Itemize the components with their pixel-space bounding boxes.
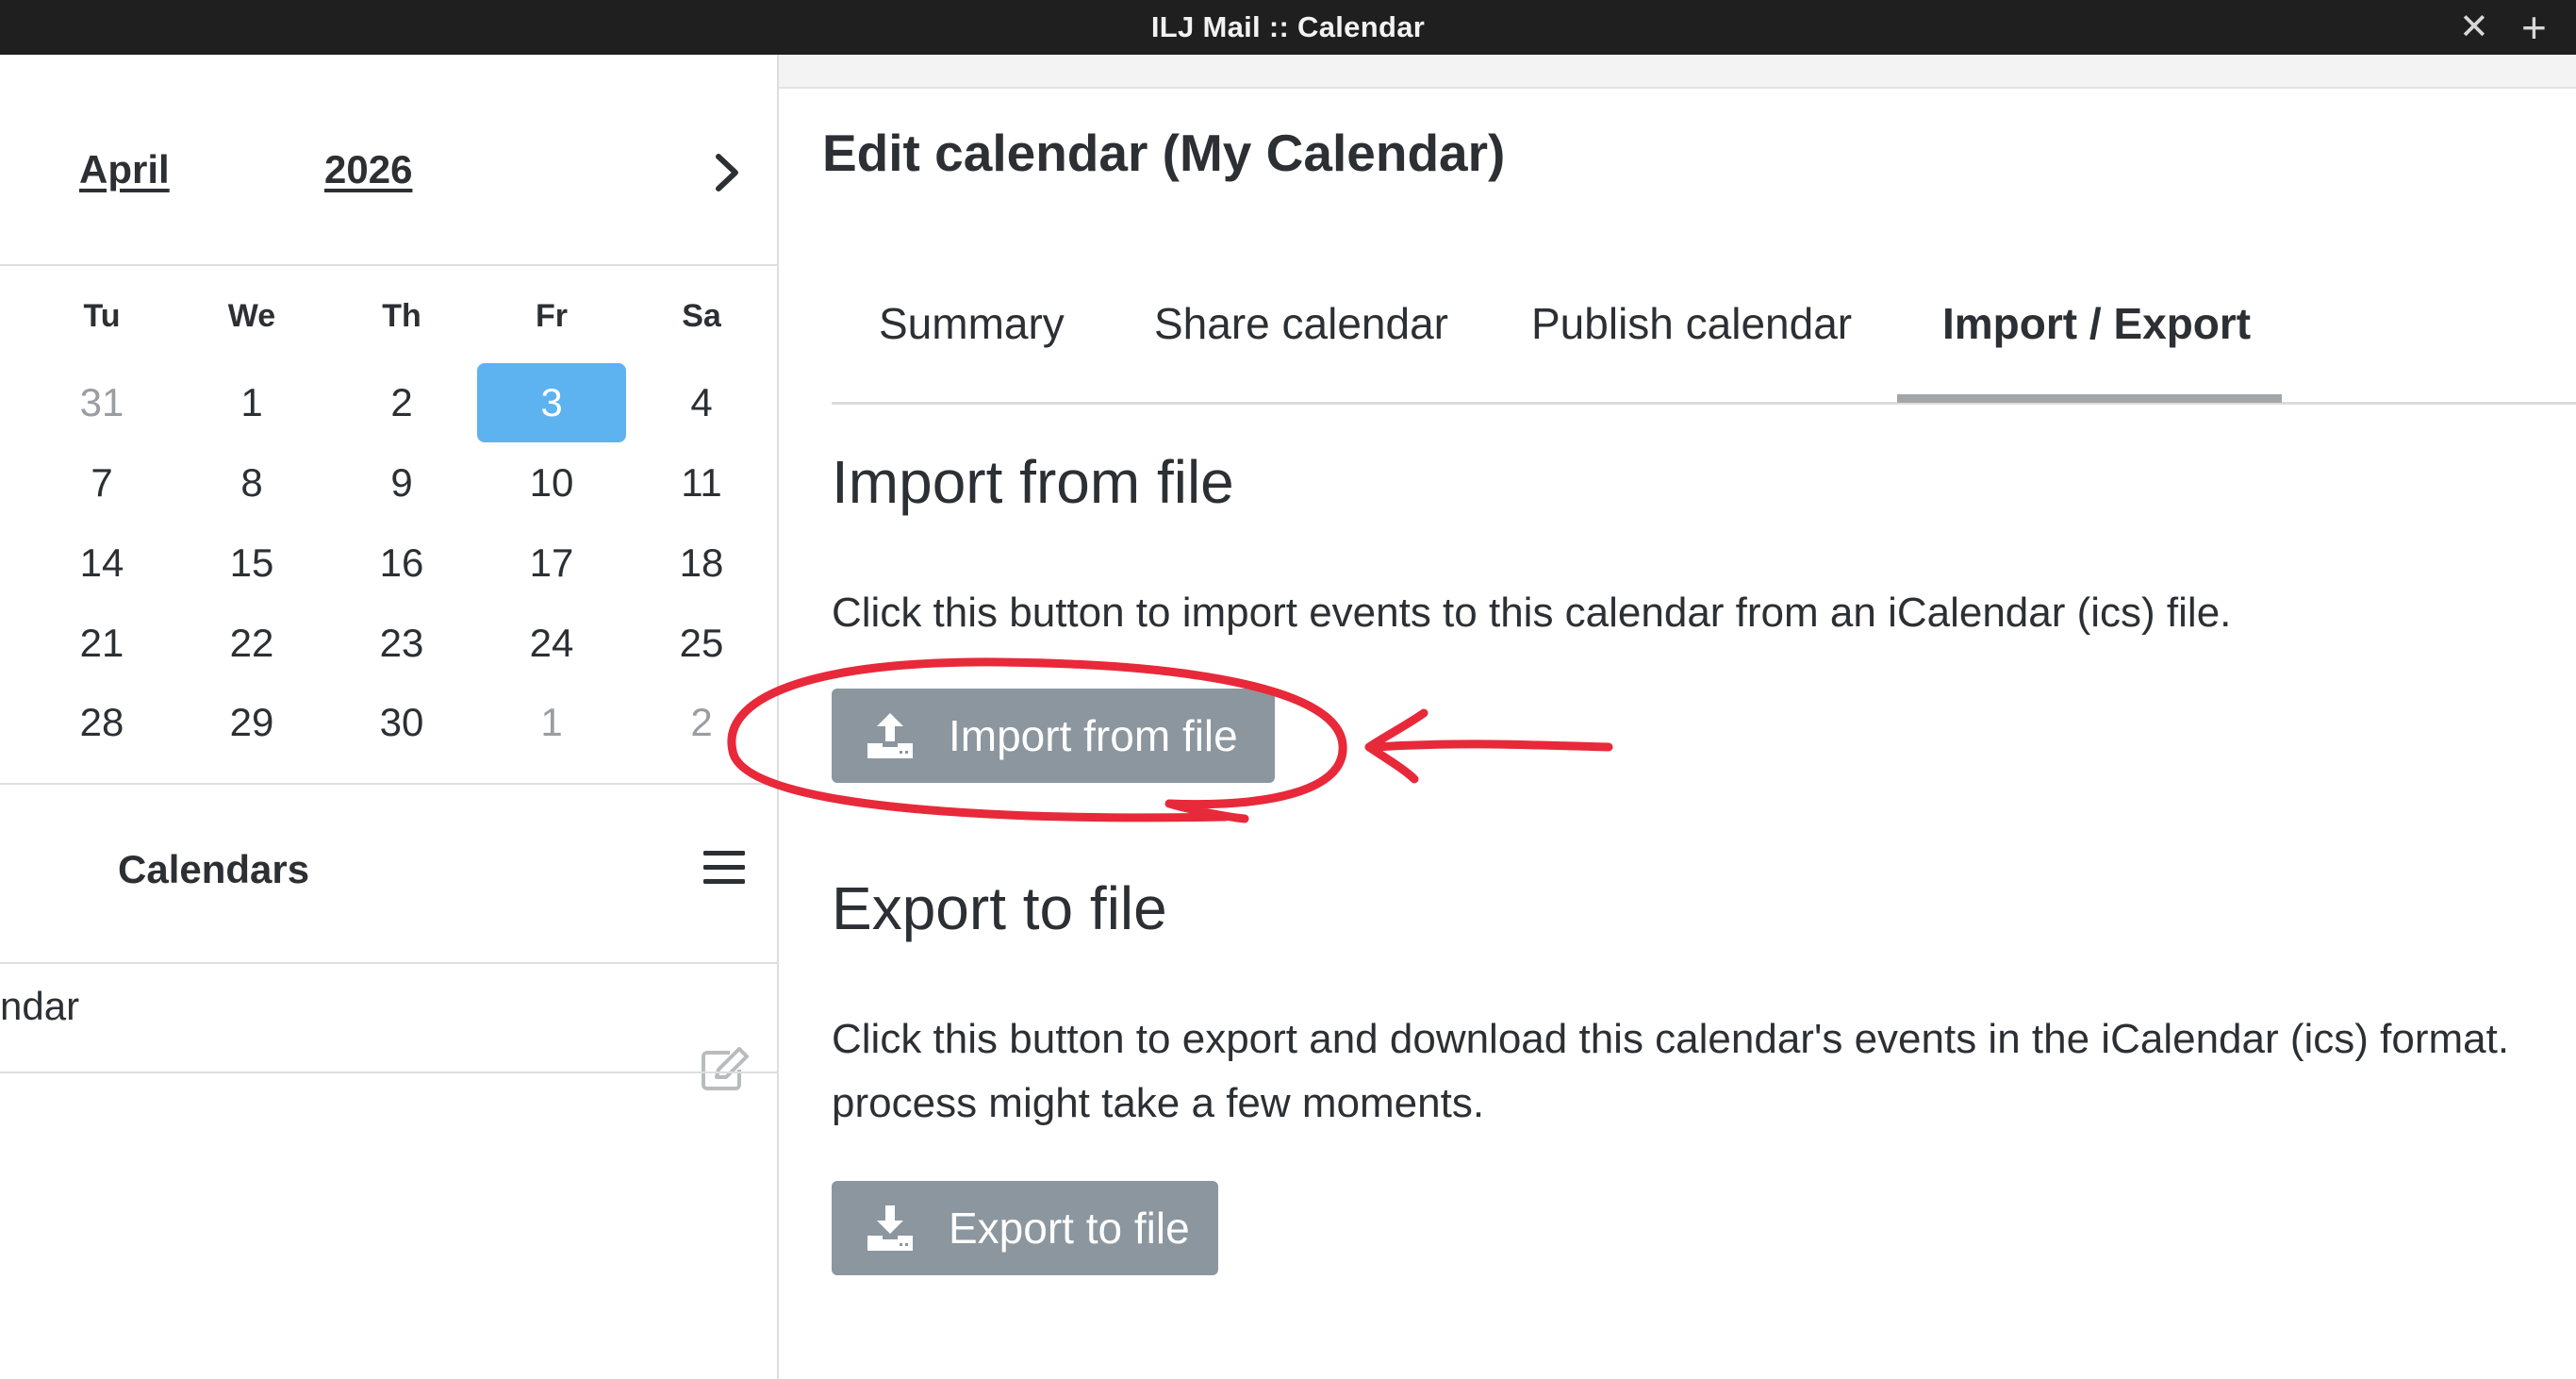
calendar-day[interactable]: 2 bbox=[327, 363, 476, 442]
calendar-day[interactable]: 8 bbox=[177, 443, 326, 523]
export-description-line-2: process might take a few moments. bbox=[832, 1080, 1485, 1126]
calendar-day[interactable]: 9 bbox=[327, 443, 476, 523]
tab-share-calendar[interactable]: Share calendar bbox=[1154, 298, 1448, 349]
calendar-day[interactable]: 25 bbox=[627, 604, 776, 683]
main-toolbar-strip bbox=[779, 55, 2576, 89]
import-heading: Import from file bbox=[832, 448, 1234, 516]
import-description: Click this button to import events to th… bbox=[832, 590, 2232, 636]
divider bbox=[0, 962, 777, 964]
calendar-day[interactable]: 17 bbox=[477, 523, 626, 603]
export-to-file-button[interactable]: Export to file bbox=[832, 1181, 1218, 1275]
calendar-day[interactable]: 16 bbox=[327, 523, 476, 603]
weekday-header: Fr bbox=[536, 298, 568, 334]
year-selector[interactable]: 2026 bbox=[324, 147, 412, 192]
weekday-header: Sa bbox=[682, 298, 721, 334]
weekday-header: We bbox=[227, 298, 276, 334]
calendar-day[interactable]: 18 bbox=[627, 523, 776, 603]
calendar-item-label: ndar bbox=[0, 984, 80, 1028]
download-icon bbox=[867, 1205, 913, 1251]
close-tab-icon[interactable]: ✕ bbox=[2459, 0, 2489, 55]
new-tab-icon[interactable]: + bbox=[2521, 0, 2547, 55]
export-description-line-1: Click this button to export and download… bbox=[832, 1016, 2510, 1062]
calendar-day[interactable]: 28 bbox=[27, 683, 176, 762]
calendar-day[interactable]: 10 bbox=[477, 443, 626, 523]
calendar-day[interactable]: 7 bbox=[27, 443, 176, 523]
annotation-arrow-head bbox=[1364, 708, 1428, 784]
calendar-day[interactable]: 11 bbox=[627, 443, 776, 523]
calendar-day[interactable]: 4 bbox=[627, 363, 776, 442]
import-button-label: Import from file bbox=[949, 711, 1238, 760]
tab-publish-calendar[interactable]: Publish calendar bbox=[1531, 298, 1852, 349]
calendar-day[interactable]: 2 bbox=[627, 683, 776, 762]
weekday-header: Th bbox=[382, 298, 421, 334]
calendar-day[interactable]: 23 bbox=[327, 604, 476, 683]
calendar-day[interactable]: 30 bbox=[327, 683, 476, 762]
calendar-day-selected[interactable]: 3 bbox=[477, 363, 626, 442]
divider bbox=[0, 1072, 777, 1073]
export-heading: Export to file bbox=[832, 874, 1167, 942]
left-sidebar: April 2026 Tu We Th Fr Sa 31 1 2 3 4 7 8… bbox=[0, 55, 779, 1379]
tab-bar-underline bbox=[832, 402, 2576, 405]
hamburger-menu-icon[interactable] bbox=[702, 845, 747, 890]
calendar-day[interactable]: 31 bbox=[27, 363, 176, 442]
weekday-header: Tu bbox=[83, 298, 121, 334]
active-tab-indicator bbox=[1897, 394, 2282, 403]
calendar-day[interactable]: 14 bbox=[27, 523, 176, 603]
month-selector[interactable]: April bbox=[79, 147, 170, 192]
calendar-day[interactable]: 1 bbox=[477, 683, 626, 762]
calendar-day[interactable]: 22 bbox=[177, 604, 326, 683]
chevron-right-icon[interactable] bbox=[703, 149, 751, 196]
edit-icon[interactable] bbox=[700, 1047, 749, 1092]
page-title: Edit calendar (My Calendar) bbox=[822, 124, 1506, 182]
tab-summary[interactable]: Summary bbox=[879, 298, 1065, 349]
upload-icon bbox=[867, 713, 913, 758]
calendars-heading: Calendars bbox=[118, 847, 310, 891]
calendar-day[interactable]: 1 bbox=[177, 363, 326, 442]
window-title: ILJ Mail :: Calendar bbox=[1150, 10, 1426, 43]
calendar-day[interactable]: 24 bbox=[477, 604, 626, 683]
window-title-bar: ILJ Mail :: Calendar ✕ + bbox=[0, 0, 2576, 55]
calendar-day[interactable]: 21 bbox=[27, 604, 176, 683]
calendar-day[interactable]: 15 bbox=[177, 523, 326, 603]
export-button-label: Export to file bbox=[949, 1204, 1190, 1253]
calendar-day[interactable]: 29 bbox=[177, 683, 326, 762]
tab-import-export[interactable]: Import / Export bbox=[1942, 298, 2251, 349]
annotation-arrow-shaft bbox=[1370, 739, 1613, 752]
divider bbox=[0, 264, 777, 266]
divider bbox=[0, 783, 777, 785]
import-from-file-button[interactable]: Import from file bbox=[832, 689, 1275, 783]
